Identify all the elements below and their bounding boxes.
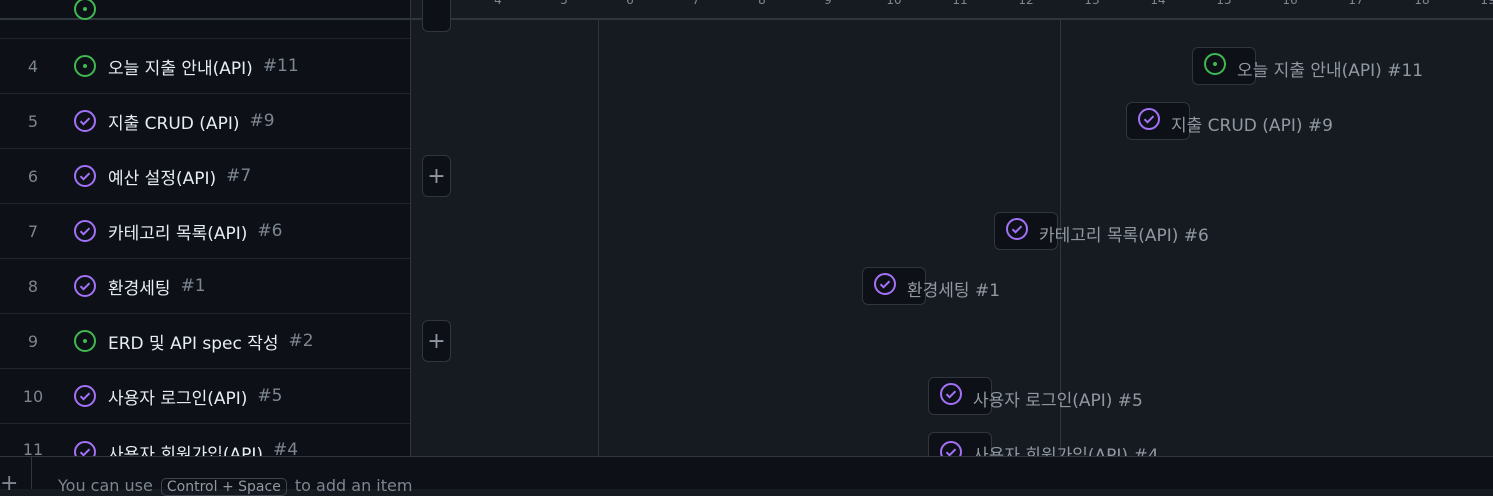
date-tick: 5	[560, 0, 568, 7]
table-row[interactable]: 10 사용자 로그인(API) #5	[0, 369, 410, 424]
table-row[interactable]: 7 카테고리 목록(API) #6	[0, 204, 410, 259]
item-title[interactable]: 예산 설정(API)	[108, 164, 216, 189]
issue-number: #7	[226, 166, 252, 186]
date-tick: 19	[1480, 0, 1493, 7]
date-tick: 9	[824, 0, 832, 7]
open-issue-icon	[73, 329, 97, 353]
row-number: 6	[27, 166, 39, 186]
timeline-item-label: 카테고리 목록(API) #6	[1039, 226, 1209, 246]
issue-number: #6	[257, 221, 283, 241]
add-item-hint[interactable]: You can use Control + Space to add an it…	[58, 476, 412, 496]
table-row[interactable]: 6 예산 설정(API) #7	[0, 149, 410, 204]
date-tick: 11	[952, 0, 968, 7]
row-number: 8	[27, 276, 39, 296]
divider	[31, 457, 32, 489]
issue-number: #2	[288, 331, 314, 351]
row-number: 5	[27, 111, 39, 131]
item-title[interactable]: 카테고리 목록(API)	[108, 219, 247, 244]
date-tick: 8	[758, 0, 766, 7]
date-tick: 13	[1084, 0, 1100, 7]
item-title[interactable]: 사용자 로그인(API)	[108, 384, 247, 409]
row-number: 9	[27, 331, 39, 351]
closed-issue-icon	[73, 109, 97, 133]
table-row[interactable]: 5 지출 CRUD (API) #9	[0, 94, 410, 149]
row-number: 10	[22, 386, 44, 406]
keyboard-shortcut: Control + Space	[160, 478, 287, 496]
row-number: 7	[27, 221, 39, 241]
item-title[interactable]: 지출 CRUD (API)	[108, 109, 239, 134]
add-date-button[interactable]: +	[422, 155, 451, 197]
row-number: 4	[27, 56, 39, 76]
date-tick: 16	[1282, 0, 1298, 7]
timeline-item-label: 사용자 로그인(API) #5	[973, 391, 1143, 411]
hint-text-after: to add an item	[294, 476, 413, 495]
closed-issue-icon	[73, 219, 97, 243]
add-item-bar[interactable]: + You can use Control + Space to add an …	[0, 456, 1493, 496]
hint-text-before: You can use	[58, 476, 153, 495]
date-tick: 14	[1150, 0, 1166, 7]
issue-number: #11	[262, 56, 299, 76]
add-date-button[interactable]	[422, 0, 451, 32]
closed-issue-icon	[1005, 217, 1029, 245]
date-tick: 12	[1018, 0, 1034, 7]
issue-number: #5	[257, 386, 283, 406]
closed-issue-icon	[73, 384, 97, 408]
open-issue-icon	[73, 0, 97, 21]
item-title[interactable]: 오늘 지출 안내(API)	[108, 54, 253, 79]
item-title[interactable]: ERD 및 API spec 작성	[108, 329, 279, 354]
issue-number: #1	[180, 276, 206, 296]
date-tick: 15	[1216, 0, 1232, 7]
date-tick: 17	[1348, 0, 1364, 7]
closed-issue-icon	[73, 274, 97, 298]
table-row[interactable]: 11 사용자 회원가입(API) #4	[0, 424, 410, 465]
closed-issue-icon	[873, 272, 897, 300]
open-issue-icon	[1203, 52, 1227, 80]
add-item-plus-icon[interactable]: +	[0, 471, 18, 496]
add-date-button[interactable]: +	[422, 320, 451, 362]
table-row[interactable]	[0, 0, 410, 39]
closed-issue-icon	[73, 164, 97, 188]
timeline-item-label: 오늘 지출 안내(API) #11	[1237, 61, 1424, 81]
open-issue-icon	[73, 54, 97, 78]
date-tick: 7	[692, 0, 700, 7]
closed-issue-icon	[1137, 107, 1161, 135]
table-row[interactable]: 4 오늘 지출 안내(API) #11	[0, 39, 410, 94]
table-row[interactable]: 9 ERD 및 API spec 작성 #2	[0, 314, 410, 369]
issue-number: #9	[249, 111, 275, 131]
date-tick: 6	[626, 0, 634, 7]
table-row[interactable]: 8 환경세팅 #1	[0, 259, 410, 314]
date-tick: 10	[886, 0, 902, 7]
item-title[interactable]: 환경세팅	[108, 274, 171, 299]
timeline-item-label: 환경세팅 #1	[907, 281, 1001, 301]
closed-issue-icon	[939, 382, 963, 410]
timeline-date-header: 28 29 30 31 1 2 3 4 5 6 7 8 9 10 11 12 1…	[411, 0, 1493, 20]
date-tick: 18	[1414, 0, 1430, 7]
date-tick: 4	[494, 0, 502, 7]
iteration-marker-line	[598, 20, 599, 456]
item-list: 4 오늘 지출 안내(API) #11 5 지출 CRUD (API) #9 6…	[0, 0, 411, 465]
timeline-item-label: 지출 CRUD (API) #9	[1171, 116, 1333, 136]
